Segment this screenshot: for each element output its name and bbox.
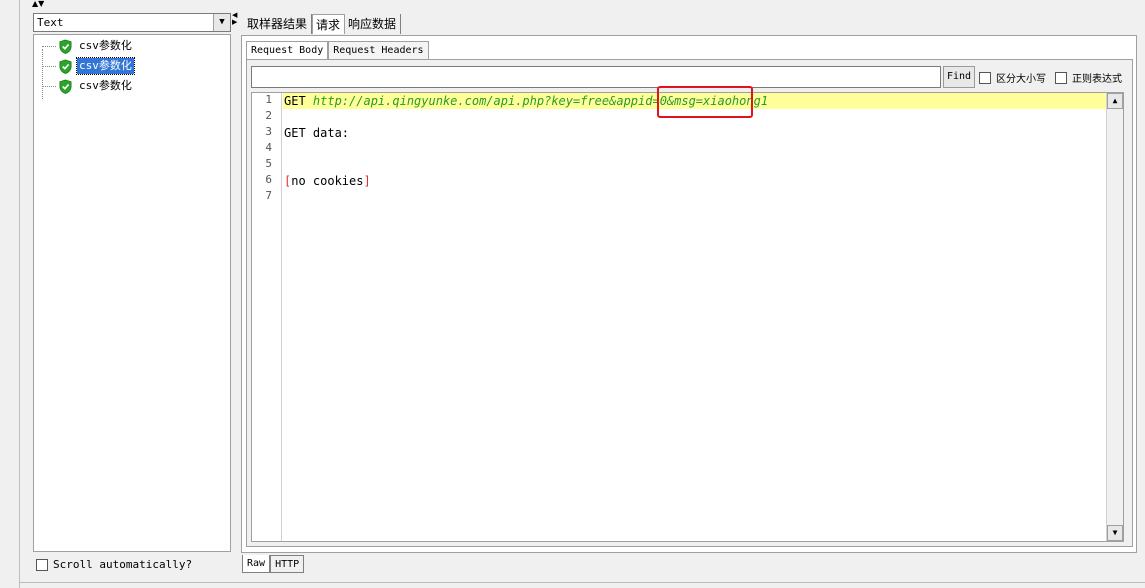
get-data-line: GET data: xyxy=(284,126,350,140)
line-number: 7 xyxy=(265,189,272,202)
bracket-close: ] xyxy=(363,174,371,188)
find-button[interactable]: Find xyxy=(943,66,975,88)
search-input[interactable] xyxy=(251,66,941,88)
tree-item-selected[interactable]: csv参数化 xyxy=(42,57,135,75)
cookies-line: [no cookies] xyxy=(283,173,1108,189)
results-tree-pane: Text ▼ csv参数化 csv参数化 csv参数化 Scroll autom… xyxy=(30,10,235,580)
view-mode-value: Text xyxy=(37,16,64,29)
tab-http[interactable]: HTTP xyxy=(270,555,305,573)
success-shield-icon xyxy=(59,79,72,94)
case-sensitive-checkbox[interactable] xyxy=(979,71,991,84)
line-number: 6 xyxy=(265,173,272,186)
sampler-results-tree: csv参数化 csv参数化 csv参数化 xyxy=(33,34,231,552)
view-mode-select[interactable]: Text ▼ xyxy=(33,13,231,32)
request-body-content: Find 区分大小写 正则表达式 1 2 3 4 5 6 7 GET http:… xyxy=(246,59,1133,547)
case-sensitive-option[interactable]: 区分大小写 xyxy=(979,70,1046,85)
cookies-text: no cookies xyxy=(291,174,364,188)
divider xyxy=(20,582,1145,583)
scroll-automatically-checkbox[interactable] xyxy=(36,558,48,571)
success-shield-icon xyxy=(59,39,72,54)
tree-item-label: csv参数化 xyxy=(79,79,132,92)
line-number: 4 xyxy=(265,141,272,154)
request-line: GET http://api.qingyunke.com/api.php?key… xyxy=(283,93,1108,109)
tree-item[interactable]: csv参数化 xyxy=(42,37,134,55)
search-bar: Find 区分大小写 正则表达式 xyxy=(249,66,1132,88)
tab-request-headers[interactable]: Request Headers xyxy=(328,41,429,59)
editor-scrollbar[interactable]: ▲ ▼ xyxy=(1106,93,1123,541)
scroll-down-icon[interactable]: ▼ xyxy=(1107,525,1123,541)
regex-checkbox[interactable] xyxy=(1055,71,1067,84)
tab-request[interactable]: 请求 xyxy=(312,14,346,34)
line-number: 1 xyxy=(265,93,272,106)
request-url: http://api.qingyunke.com/api.php?key=fre… xyxy=(312,94,769,108)
line-number: 5 xyxy=(265,157,272,170)
dropdown-arrow-icon[interactable]: ▼ xyxy=(213,14,230,31)
regex-label: 正则表达式 xyxy=(1072,74,1122,85)
request-subtabs: Request Body Request Headers xyxy=(246,41,429,59)
scroll-automatically-label: Scroll automatically? xyxy=(53,558,193,571)
tree-connector xyxy=(42,85,56,87)
tree-item-label: csv参数化 xyxy=(76,57,135,75)
request-panel: Request Body Request Headers Find 区分大小写 … xyxy=(241,35,1137,553)
request-detail-pane: 取样器结果 请求 响应数据 Request Body Request Heade… xyxy=(238,10,1140,580)
render-mode-tabs: Raw HTTP xyxy=(242,555,305,573)
http-method: GET xyxy=(284,94,313,108)
case-sensitive-label: 区分大小写 xyxy=(996,74,1046,85)
scroll-up-icon[interactable]: ▲ xyxy=(1107,93,1123,109)
regex-option[interactable]: 正则表达式 xyxy=(1055,70,1122,85)
tree-item-label: csv参数化 xyxy=(79,39,132,52)
tree-item[interactable]: csv参数化 xyxy=(42,77,134,95)
tree-connector xyxy=(42,65,56,67)
tab-raw[interactable]: Raw xyxy=(242,555,271,573)
tab-request-body[interactable]: Request Body xyxy=(246,41,329,59)
line-number-gutter: 1 2 3 4 5 6 7 xyxy=(252,93,282,541)
line-number: 3 xyxy=(265,125,272,138)
result-tabs: 取样器结果 请求 响应数据 xyxy=(244,12,402,34)
scroll-automatically-option[interactable]: Scroll automatically? xyxy=(36,558,192,571)
left-panel-edge xyxy=(0,0,20,588)
splitter-arrows-icon[interactable]: ◀ ▶ xyxy=(232,12,237,26)
success-shield-icon xyxy=(59,59,72,74)
collapse-arrows-icon[interactable]: ▲▼ xyxy=(32,0,44,8)
request-text-editor[interactable]: 1 2 3 4 5 6 7 GET http://api.qingyunke.c… xyxy=(251,92,1124,542)
line-number: 2 xyxy=(265,109,272,122)
tab-response-data[interactable]: 响应数据 xyxy=(345,14,402,34)
tab-sampler-result[interactable]: 取样器结果 xyxy=(244,14,313,34)
tree-connector xyxy=(42,45,56,47)
